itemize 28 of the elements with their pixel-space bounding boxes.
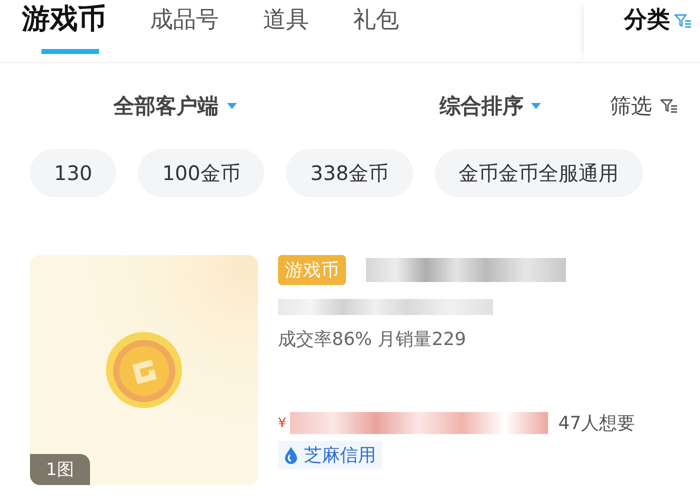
filter-label[interactable]: 全部客户端: [114, 92, 219, 120]
filter-button[interactable]: 筛选: [610, 92, 678, 120]
category-label[interactable]: 分类: [624, 4, 670, 35]
tab[interactable]: 游戏币: [22, 0, 106, 54]
filter-icon: [674, 14, 692, 28]
currency-symbol: ¥: [278, 416, 286, 430]
filter-chip[interactable]: 100金币: [138, 149, 264, 197]
credit-badge: 芝麻信用: [278, 441, 382, 469]
filter-chip[interactable]: 338金币: [286, 149, 413, 197]
caret-icon: [531, 103, 542, 109]
caret-icon: [226, 103, 237, 109]
filter-label[interactable]: 综合排序: [439, 92, 524, 120]
dropdown-button[interactable]: 综合排序: [439, 92, 542, 120]
tab[interactable]: 道具: [263, 0, 309, 54]
image-count-badge: 1图: [30, 454, 90, 485]
sales-stats: 成交率86% 月销量229: [278, 328, 468, 351]
filter-chip[interactable]: 130: [30, 149, 116, 197]
tab[interactable]: 成品号: [150, 0, 219, 54]
filter-label[interactable]: 筛选: [610, 92, 652, 120]
filter-icon: [660, 99, 678, 113]
dropdown-button[interactable]: 全部客户端: [114, 92, 371, 120]
category-tag: 游戏币: [278, 255, 346, 285]
tab[interactable]: 礼包: [353, 0, 399, 54]
product-image[interactable]: 1图: [30, 255, 258, 485]
category-button[interactable]: 分类: [584, 0, 700, 62]
drop-icon: [284, 446, 298, 464]
filter-chip[interactable]: 金币金币全服通用: [434, 149, 643, 197]
wants-count: 47人想要: [558, 412, 636, 435]
